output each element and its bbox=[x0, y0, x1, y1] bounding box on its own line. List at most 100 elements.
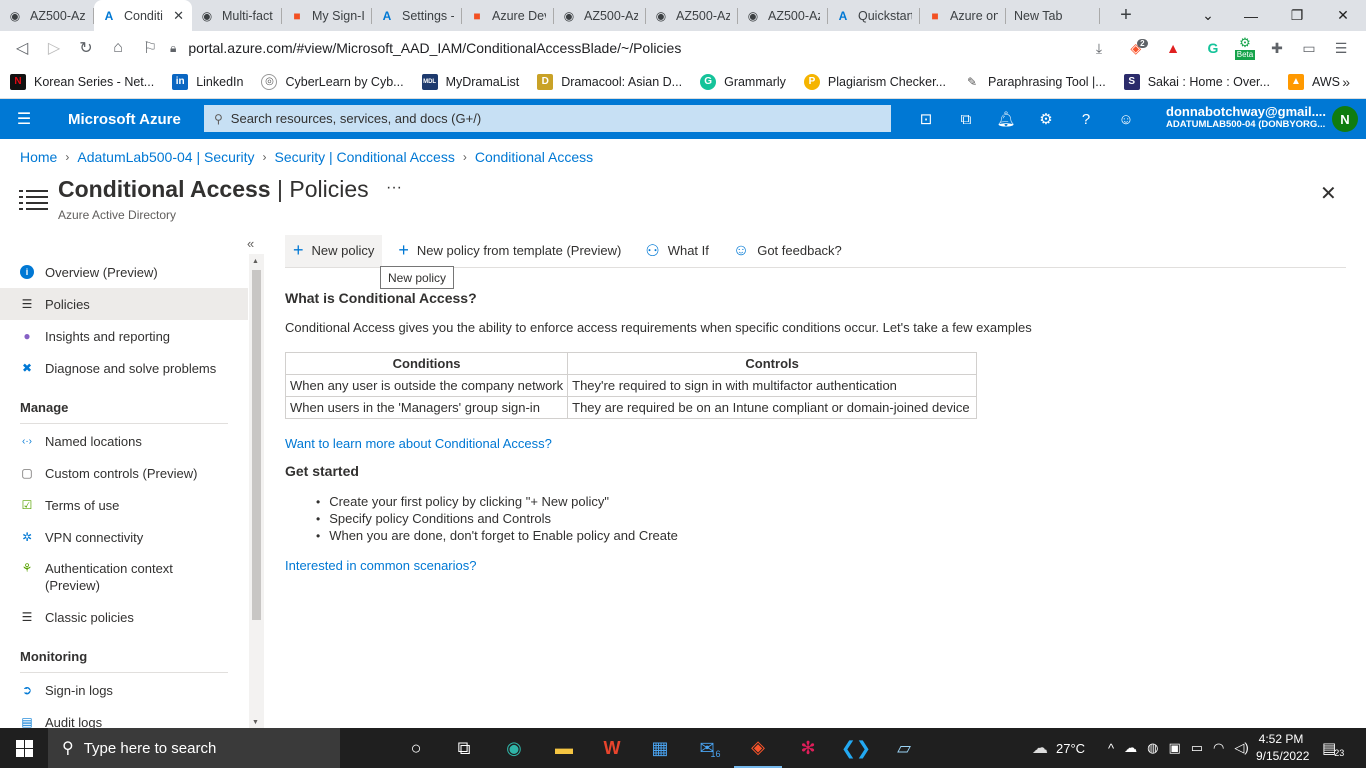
breadcrumb-security[interactable]: AdatumLab500-04 | Security bbox=[77, 149, 254, 165]
what-if-button[interactable]: ⚇ What If bbox=[637, 235, 717, 267]
network-icon[interactable]: ◍ bbox=[1147, 740, 1158, 756]
camera-icon[interactable]: ▣ bbox=[1168, 740, 1180, 756]
tray-chevron-icon[interactable]: ^ bbox=[1108, 741, 1114, 756]
bookmark-item[interactable]: MDL MyDramaList bbox=[421, 73, 519, 90]
nav-item-diagnose[interactable]: ✖ Diagnose and solve problems bbox=[0, 352, 248, 384]
volume-icon[interactable]: ◁) bbox=[1234, 740, 1248, 756]
scroll-down-icon[interactable]: ▼ bbox=[252, 719, 259, 726]
collapse-menu-icon[interactable]: « bbox=[247, 236, 254, 251]
browser-tab-active[interactable]: A Conditi ✕ bbox=[94, 0, 192, 31]
clock[interactable]: 4:52 PM 9/15/2022 bbox=[1256, 731, 1309, 765]
store-icon[interactable]: ▦ bbox=[636, 728, 684, 768]
browser-tab[interactable]: ■ My Sign-I bbox=[282, 0, 372, 31]
account-menu[interactable]: donnabotchway@gmail.... ADATUMLAB500-04 … bbox=[1166, 104, 1331, 130]
browser-tab[interactable]: ◉ Multi-fact bbox=[192, 0, 282, 31]
new-policy-template-button[interactable]: + New policy from template (Preview) bbox=[390, 235, 629, 267]
nav-item-named-locations[interactable]: ‹·› Named locations bbox=[0, 425, 248, 457]
learn-more-link[interactable]: Want to learn more about Conditional Acc… bbox=[285, 436, 552, 451]
breadcrumb-ca[interactable]: Conditional Access bbox=[475, 149, 593, 165]
notifications-bell-icon[interactable]: 🔔︎ bbox=[986, 99, 1026, 139]
windows-start-icon[interactable] bbox=[0, 728, 48, 768]
cloud-shell-icon[interactable]: ⊡ bbox=[906, 99, 946, 139]
office-icon[interactable]: W bbox=[588, 728, 636, 768]
new-tab-button[interactable]: + bbox=[1112, 0, 1140, 31]
task-view-icon[interactable]: ⧉ bbox=[440, 728, 488, 768]
nav-item-insights[interactable]: ● Insights and reporting bbox=[0, 320, 248, 352]
brave-shield-icon[interactable]: ◈ 2 bbox=[1124, 31, 1154, 65]
scrollbar-thumb[interactable] bbox=[252, 270, 261, 620]
grammarly-icon[interactable]: G bbox=[1198, 31, 1228, 65]
help-icon[interactable]: ? bbox=[1066, 99, 1106, 139]
nav-item-classic-policies[interactable]: ☰ Classic policies bbox=[0, 601, 248, 633]
avatar[interactable]: N bbox=[1332, 106, 1358, 132]
nav-scrollbar[interactable]: ▲ ▼ bbox=[249, 254, 264, 728]
vscode-icon[interactable]: ❮❯ bbox=[832, 728, 880, 768]
bookmark-icon[interactable]: ⚐ bbox=[134, 33, 166, 63]
browser-tab[interactable]: New Tab bbox=[1006, 0, 1100, 31]
browser-tab[interactable]: ◉ AZ500-Az bbox=[0, 0, 94, 31]
browser-tab[interactable]: ◉ AZ500-Az bbox=[738, 0, 828, 31]
nav-item-custom-controls[interactable]: ▢ Custom controls (Preview) bbox=[0, 457, 248, 489]
bookmark-item[interactable]: P Plagiarism Checker... bbox=[803, 73, 946, 90]
browser-tab[interactable]: ■ Azure Dev bbox=[462, 0, 554, 31]
browser-tab[interactable]: ◉ AZ500-Az bbox=[554, 0, 646, 31]
mail-icon[interactable]: ✉ 16 bbox=[686, 728, 734, 768]
battery-icon[interactable]: ▭ bbox=[1191, 740, 1203, 756]
breadcrumb-security-ca[interactable]: Security | Conditional Access bbox=[275, 149, 455, 165]
more-actions-icon[interactable]: ··· bbox=[386, 179, 402, 197]
home-icon[interactable]: ⌂ bbox=[102, 33, 134, 63]
weather-widget[interactable]: ☁ 27°C bbox=[1032, 728, 1085, 768]
reload-icon[interactable]: ↻ bbox=[70, 33, 102, 63]
new-policy-button[interactable]: + New policy bbox=[285, 234, 383, 267]
brave-rewards-icon[interactable]: ▲ bbox=[1158, 31, 1188, 65]
onedrive-icon[interactable]: ☁ bbox=[1124, 740, 1137, 756]
notepad-icon[interactable]: ▱ bbox=[880, 728, 928, 768]
close-tab-icon[interactable]: ✕ bbox=[173, 8, 184, 24]
edge-icon[interactable]: ◉ bbox=[490, 728, 538, 768]
browser-menu-icon[interactable]: ☰ bbox=[1326, 31, 1356, 65]
browser-tab[interactable]: A Quickstart bbox=[828, 0, 920, 31]
wifi-icon[interactable]: ◠ bbox=[1213, 740, 1224, 756]
download-icon[interactable]: ⤓ bbox=[1084, 31, 1114, 65]
nav-item-sign-in-logs[interactable]: ➲ Sign-in logs bbox=[0, 674, 248, 706]
browser-tab[interactable]: ■ Azure on bbox=[920, 0, 1006, 31]
bookmark-item[interactable]: D Dramacool: Asian D... bbox=[537, 73, 682, 90]
brave-browser-icon[interactable]: ◈ bbox=[734, 728, 782, 768]
common-scenarios-link[interactable]: Interested in common scenarios? bbox=[285, 558, 476, 573]
nav-item-audit-logs[interactable]: ▤ Audit logs bbox=[0, 706, 248, 729]
extensions-puzzle-icon[interactable]: ✚ bbox=[1262, 31, 1292, 65]
nav-item-terms-of-use[interactable]: ☑ Terms of use bbox=[0, 489, 248, 521]
portal-menu-icon[interactable]: ☰ bbox=[0, 109, 48, 129]
minimize-icon[interactable]: — bbox=[1228, 0, 1274, 31]
bookmark-item[interactable]: ◎ CyberLearn by Cyb... bbox=[261, 73, 404, 90]
back-icon[interactable]: ◁ bbox=[6, 33, 38, 63]
azure-brand[interactable]: Microsoft Azure bbox=[68, 111, 202, 128]
browser-tab[interactable]: A Settings - bbox=[372, 0, 462, 31]
nav-item-overview[interactable]: i Overview (Preview) bbox=[0, 256, 248, 288]
wallet-icon[interactable]: ▭ bbox=[1294, 31, 1324, 65]
feedback-icon[interactable]: ☺ bbox=[1106, 99, 1146, 139]
notification-center[interactable]: ▤ 23 bbox=[1322, 728, 1344, 768]
settings-gear-icon[interactable]: ⚙ bbox=[1026, 99, 1066, 139]
nav-item-vpn[interactable]: ✲ VPN connectivity bbox=[0, 521, 248, 553]
url-field[interactable]: 🔒︎ portal.azure.com/#view/Microsoft_AAD_… bbox=[170, 33, 1120, 63]
file-explorer-icon[interactable]: ▬ bbox=[540, 728, 588, 768]
bookmark-item[interactable]: N Korean Series - Net... bbox=[10, 73, 154, 90]
slack-icon[interactable]: ✻ bbox=[784, 728, 832, 768]
restore-icon[interactable]: ❐ bbox=[1274, 0, 1320, 31]
nav-item-policies[interactable]: ☰ Policies bbox=[0, 288, 248, 320]
beta-extension-icon[interactable]: ⚙ Beta bbox=[1230, 31, 1260, 65]
browser-tab[interactable]: ◉ AZ500-Az bbox=[646, 0, 738, 31]
feedback-button[interactable]: ☺ Got feedback? bbox=[725, 235, 850, 267]
close-blade-icon[interactable]: ✕ bbox=[1320, 181, 1337, 206]
close-window-icon[interactable]: ✕ bbox=[1320, 0, 1366, 31]
bookmark-item[interactable]: G Grammarly bbox=[700, 73, 786, 90]
cortana-icon[interactable]: ○ bbox=[392, 728, 440, 768]
bookmark-item[interactable]: in LinkedIn bbox=[172, 73, 243, 90]
more-bookmarks-icon[interactable]: » bbox=[1342, 74, 1350, 90]
taskbar-search-input[interactable]: ⚲ Type here to search bbox=[48, 728, 340, 768]
forward-icon[interactable]: ▷ bbox=[38, 33, 70, 63]
bookmark-item[interactable]: ▲ AWS bbox=[1287, 73, 1340, 90]
bookmark-item[interactable]: S Sakai : Home : Over... bbox=[1123, 73, 1270, 90]
nav-item-auth-context[interactable]: ⚘ Authentication context (Preview) bbox=[0, 558, 248, 598]
